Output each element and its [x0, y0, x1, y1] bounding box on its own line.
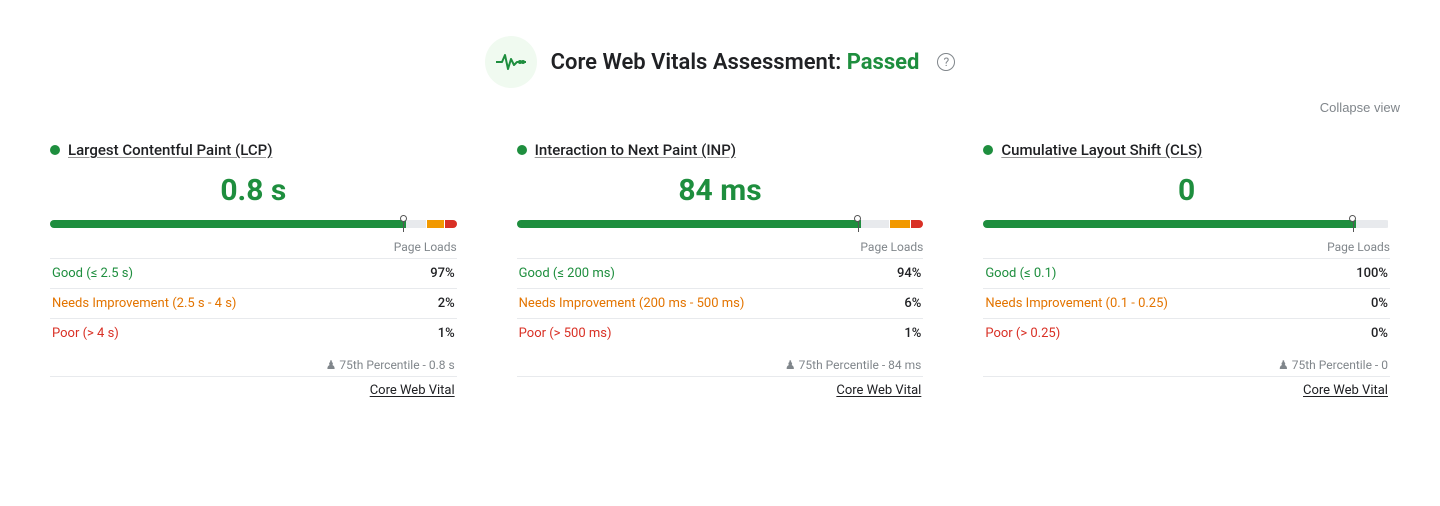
metric-title-lcp: Largest Contentful Paint (LCP) [50, 141, 457, 159]
status-badge: Passed [847, 50, 920, 75]
stat-value: 1% [879, 319, 924, 349]
vitals-icon [485, 36, 537, 88]
bar-empty [861, 220, 889, 228]
percentile-text: ♟ 75th Percentile - 84 ms [785, 358, 921, 372]
metric-card-lcp: Largest Contentful Paint (LCP) 0.8 s Pag… [40, 141, 467, 398]
percentile-row-cls: ♟ 75th Percentile - 0 [983, 348, 1390, 376]
stat-label: Poor (> 0.25) [983, 319, 1324, 349]
metric-link-cls[interactable]: Cumulative Layout Shift (CLS) [1001, 141, 1202, 159]
green-dot [517, 145, 527, 155]
core-web-vital-row: Core Web Vital [983, 377, 1390, 398]
collapse-row: Collapse view [40, 96, 1400, 131]
stat-row: Good (≤ 200 ms) 94% [517, 259, 924, 289]
stat-row: Needs Improvement (200 ms - 500 ms) 6% [517, 289, 924, 319]
core-web-vital-row: Core Web Vital [517, 377, 924, 398]
stat-value: 0% [1325, 289, 1390, 319]
bar-track-cls [983, 220, 1390, 228]
stat-label: Poor (> 500 ms) [517, 319, 879, 349]
page-loads-label: Page Loads [50, 240, 457, 254]
page-loads-label: Page Loads [517, 240, 924, 254]
percentile-row-lcp: ♟ 75th Percentile - 0.8 s [50, 348, 457, 376]
page-loads-label: Page Loads [983, 240, 1390, 254]
core-web-vital-link-cls[interactable]: Core Web Vital [1303, 383, 1388, 398]
percentile-text: ♟ 75th Percentile - 0 [1278, 358, 1388, 372]
bar-container-cls [983, 220, 1390, 234]
stat-value: 6% [879, 289, 924, 319]
bar-marker [857, 218, 859, 232]
bar-track-lcp [50, 220, 457, 228]
page-title: Core Web Vitals Assessment: Passed [551, 50, 920, 75]
bar-empty [406, 220, 426, 228]
bar-orange [890, 220, 910, 228]
metrics-grid: Largest Contentful Paint (LCP) 0.8 s Pag… [40, 131, 1400, 408]
core-web-vital-link-lcp[interactable]: Core Web Vital [370, 383, 455, 398]
stat-label: Poor (> 4 s) [50, 319, 403, 349]
metric-link-lcp[interactable]: Largest Contentful Paint (LCP) [68, 141, 272, 159]
stat-label: Good (≤ 0.1) [983, 259, 1324, 289]
stat-row: Poor (> 4 s) 1% [50, 319, 457, 349]
stat-row: Needs Improvement (0.1 - 0.25) 0% [983, 289, 1390, 319]
stat-value: 100% [1325, 259, 1390, 289]
metric-link-inp[interactable]: Interaction to Next Paint (INP) [535, 141, 736, 159]
stat-label: Needs Improvement (0.1 - 0.25) [983, 289, 1324, 319]
bar-orange [427, 220, 443, 228]
bar-red [445, 220, 457, 228]
bar-container-inp [517, 220, 924, 234]
bar-green [50, 220, 406, 228]
stat-label: Good (≤ 200 ms) [517, 259, 879, 289]
stat-row: Needs Improvement (2.5 s - 4 s) 2% [50, 289, 457, 319]
stat-label: Needs Improvement (200 ms - 500 ms) [517, 289, 879, 319]
stat-value: 1% [403, 319, 456, 349]
metric-value-inp: 84 ms [517, 173, 924, 208]
stat-row: Good (≤ 0.1) 100% [983, 259, 1390, 289]
metric-card-inp: Interaction to Next Paint (INP) 84 ms Pa… [507, 141, 934, 398]
bar-green [517, 220, 861, 228]
stats-table-cls: Good (≤ 0.1) 100% Needs Improvement (0.1… [983, 258, 1390, 348]
bar-marker [1352, 218, 1354, 232]
stat-value: 97% [403, 259, 456, 289]
bar-empty [1356, 220, 1388, 228]
stat-label: Needs Improvement (2.5 s - 4 s) [50, 289, 403, 319]
core-web-vital-row: Core Web Vital [50, 377, 457, 398]
metric-title-inp: Interaction to Next Paint (INP) [517, 141, 924, 159]
bar-track-inp [517, 220, 924, 228]
help-icon[interactable]: ? [937, 53, 955, 71]
green-dot [983, 145, 993, 155]
bar-green [983, 220, 1355, 228]
core-web-vital-link-inp[interactable]: Core Web Vital [836, 383, 921, 398]
bar-red [911, 220, 923, 228]
stats-table-lcp: Good (≤ 2.5 s) 97% Needs Improvement (2.… [50, 258, 457, 348]
metric-card-cls: Cumulative Layout Shift (CLS) 0 Page Loa… [973, 141, 1400, 398]
marker-circle [854, 215, 861, 222]
stat-row: Poor (> 0.25) 0% [983, 319, 1390, 349]
stat-label: Good (≤ 2.5 s) [50, 259, 403, 289]
green-dot [50, 145, 60, 155]
bar-marker [403, 218, 405, 232]
stat-value: 94% [879, 259, 924, 289]
percentile-text: ♟ 75th Percentile - 0.8 s [326, 358, 455, 372]
percentile-row-inp: ♟ 75th Percentile - 84 ms [517, 348, 924, 376]
stats-table-inp: Good (≤ 200 ms) 94% Needs Improvement (2… [517, 258, 924, 348]
metric-title-cls: Cumulative Layout Shift (CLS) [983, 141, 1390, 159]
bar-container-lcp [50, 220, 457, 234]
marker-circle [400, 215, 407, 222]
stat-value: 0% [1325, 319, 1390, 349]
marker-circle [1349, 215, 1356, 222]
stat-row: Poor (> 500 ms) 1% [517, 319, 924, 349]
metric-value-cls: 0 [983, 173, 1390, 208]
stat-row: Good (≤ 2.5 s) 97% [50, 259, 457, 289]
metric-value-lcp: 0.8 s [50, 173, 457, 208]
header: Core Web Vitals Assessment: Passed ? [40, 20, 1400, 96]
collapse-button[interactable]: Collapse view [1320, 100, 1400, 115]
stat-value: 2% [403, 289, 456, 319]
